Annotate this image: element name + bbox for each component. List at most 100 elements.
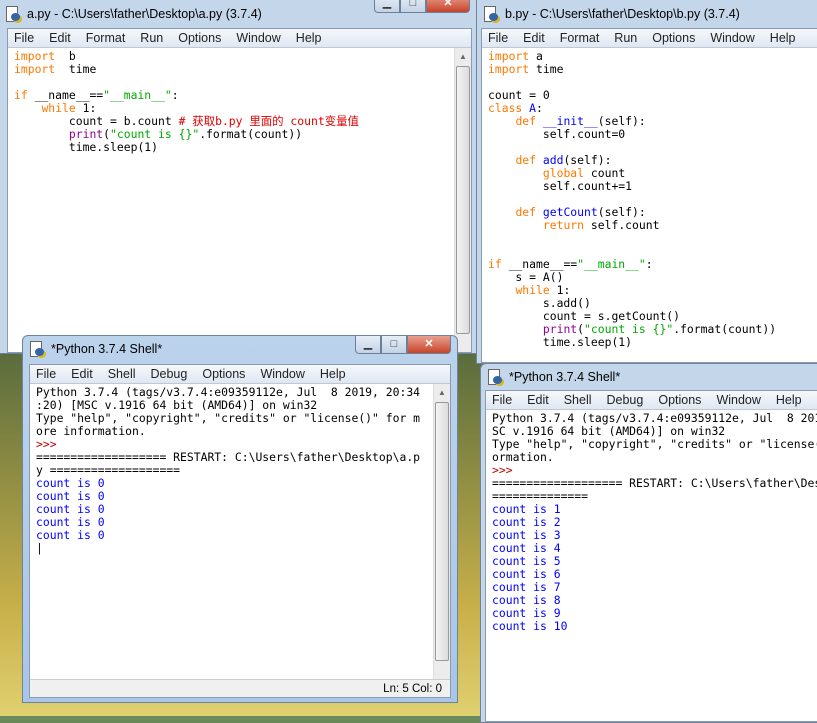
code-line: self.count=0 (488, 128, 817, 141)
code-editor[interactable]: import a import time count = 0 class A: def… (488, 50, 817, 349)
menu-debug[interactable]: Debug (607, 391, 644, 409)
minimize-button[interactable]: ▁ (355, 336, 381, 354)
menu-edit[interactable]: Edit (523, 29, 545, 47)
scroll-up-icon[interactable]: ▲ (455, 48, 471, 65)
token: __name__== (27, 88, 104, 102)
menu-options[interactable]: Options (652, 29, 695, 47)
token: >>> (36, 437, 57, 451)
token: (self): (597, 205, 646, 219)
token: count is 0 (36, 528, 105, 542)
token: ormation. (492, 450, 554, 464)
title-bar[interactable]: a.py - C:\Users\father\Desktop\a.py (3.7… (0, 0, 476, 27)
token: time.sleep(1) (488, 335, 633, 349)
token: def (515, 114, 537, 128)
menu-file[interactable]: File (488, 29, 508, 47)
menu-edit[interactable]: Edit (71, 365, 93, 383)
title-bar[interactable]: *Python 3.7.4 Shell* (481, 364, 817, 390)
vertical-scrollbar[interactable]: ▲ (433, 384, 450, 679)
token: return (542, 218, 585, 232)
token: count is 0 (36, 489, 105, 503)
shell-window-b: *Python 3.7.4 Shell* File Edit Shell Debug O… (480, 363, 817, 723)
menu-help[interactable]: Help (770, 29, 796, 47)
shell-output[interactable]: Python 3.7.4 (tags/v3.7.4:e09359112e, Ju… (36, 386, 430, 555)
menu-help[interactable]: Help (776, 391, 802, 409)
menu-help[interactable]: Help (296, 29, 322, 47)
scroll-thumb[interactable] (456, 66, 470, 334)
close-button[interactable]: ✕ (407, 336, 451, 354)
menu-run[interactable]: Run (140, 29, 163, 47)
token: self.count=0 (488, 127, 626, 141)
token: "count is {}" (584, 322, 674, 336)
close-button[interactable]: ✕ (426, 0, 470, 13)
menu-window[interactable]: Window (716, 391, 760, 409)
window-title: *Python 3.7.4 Shell* (51, 342, 163, 356)
menu-window[interactable]: Window (710, 29, 754, 47)
token: A (529, 101, 537, 115)
idle-icon (5, 6, 21, 22)
menu-shell[interactable]: Shell (108, 365, 136, 383)
token: (self): (597, 114, 646, 128)
token: # 获取b.py 里面的 count变量值 (178, 114, 359, 128)
menu-help[interactable]: Help (320, 365, 346, 383)
token: ( (103, 127, 111, 141)
menu-edit[interactable]: Edit (49, 29, 71, 47)
maximize-button[interactable]: □ (381, 336, 407, 354)
menu-run[interactable]: Run (614, 29, 637, 47)
menu-debug[interactable]: Debug (151, 365, 188, 383)
menu-window[interactable]: Window (260, 365, 304, 383)
token: "__main__" (577, 257, 646, 271)
token: 1: (75, 101, 97, 115)
token: while (41, 101, 76, 115)
token: self.count+=1 (488, 179, 633, 193)
code-editor[interactable]: import b import time if __name__=="__main_… (14, 50, 451, 154)
scroll-up-icon[interactable]: ▲ (434, 384, 450, 401)
token: >>> (492, 463, 513, 477)
code-line: return self.count (488, 219, 817, 232)
token: count is 8 (492, 593, 561, 607)
menu-format[interactable]: Format (560, 29, 600, 47)
token: count is 0 (36, 476, 105, 490)
token: count is 1 (492, 502, 561, 516)
cursor-position: Ln: 5 Col: 0 (383, 683, 442, 695)
token: .format(count)) (673, 322, 777, 336)
title-bar[interactable]: b.py - C:\Users\father\Desktop\b.py (3.7… (477, 1, 817, 27)
token: time.sleep(1) (14, 140, 159, 154)
token: global (542, 166, 585, 180)
code-line: | (36, 542, 430, 555)
token: ( (577, 322, 585, 336)
menu-edit[interactable]: Edit (527, 391, 549, 409)
token: time (529, 62, 564, 76)
token: =================== RESTART: C:\Users\fa… (36, 450, 421, 464)
code-line: count is 0 (36, 529, 430, 542)
minimize-button[interactable]: ▁ (374, 0, 400, 13)
menu-bar: File Edit Format Run Options Window Help (8, 29, 471, 48)
menu-options[interactable]: Options (658, 391, 701, 409)
maximize-button[interactable]: □ (400, 0, 426, 13)
token: s.add() (488, 296, 591, 310)
token: count is 2 (492, 515, 561, 529)
token: count is 3 (492, 528, 561, 542)
menu-options[interactable]: Options (178, 29, 221, 47)
menu-file[interactable]: File (36, 365, 56, 383)
token: : (645, 257, 653, 271)
menu-format[interactable]: Format (86, 29, 126, 47)
menu-shell[interactable]: Shell (564, 391, 592, 409)
token: ============== (492, 489, 589, 503)
menu-file[interactable]: File (492, 391, 512, 409)
menu-file[interactable]: File (14, 29, 34, 47)
shell-output[interactable]: Python 3.7.4 (tags/v3.7.4:e09359112e, Ju… (492, 412, 817, 633)
title-bar[interactable]: *Python 3.7.4 Shell* ▁ □ ✕ (23, 336, 457, 362)
menu-options[interactable]: Options (202, 365, 245, 383)
vertical-scrollbar[interactable]: ▲ (454, 48, 471, 352)
scroll-thumb[interactable] (435, 402, 449, 661)
token: : (171, 88, 179, 102)
token: ore information. (36, 424, 146, 438)
menu-window[interactable]: Window (236, 29, 280, 47)
